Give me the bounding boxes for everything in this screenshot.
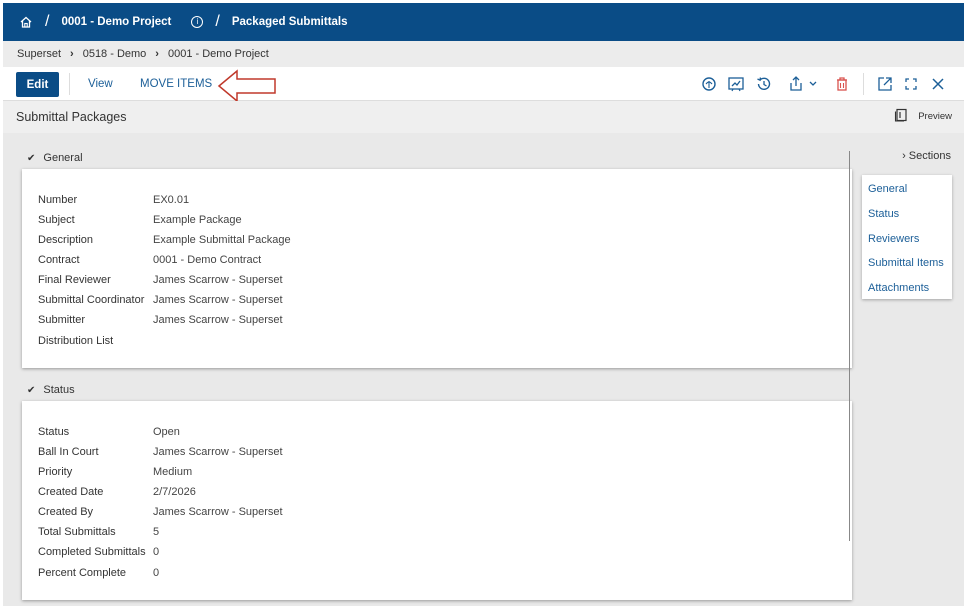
field-label: Percent Complete — [38, 567, 127, 579]
field-value: Example Package — [153, 214, 242, 226]
field-value: 0 — [153, 567, 160, 579]
field-label: Distribution List — [38, 335, 114, 347]
home-icon[interactable] — [19, 15, 33, 29]
toolbar: Edit View MOVE ITEMS — [3, 67, 964, 103]
view-button[interactable]: View — [88, 78, 113, 90]
field-row: Subject Example Package — [38, 214, 242, 226]
field-label: Final Reviewer — [38, 274, 111, 286]
field-value: EX0.01 — [153, 194, 190, 206]
field-label: Created By — [38, 506, 94, 518]
field-label: Description — [38, 234, 94, 246]
sections-toggle[interactable]: › Sections — [902, 150, 951, 162]
field-label: Ball In Court — [38, 446, 99, 458]
field-label: Subject — [38, 214, 75, 226]
section-link-attachments[interactable]: Attachments — [868, 282, 929, 294]
info-icon[interactable]: i — [191, 16, 204, 28]
preview-label: Preview — [918, 111, 952, 122]
nav-separator: / — [45, 13, 50, 30]
general-section-header[interactable]: ✔ General — [27, 152, 83, 164]
chart-icon[interactable] — [727, 75, 745, 93]
nav-project[interactable]: 0001 - Demo Project — [61, 16, 171, 28]
field-row: Percent Complete 0 — [38, 567, 159, 579]
field-label: Priority — [38, 466, 73, 478]
chevron-right-icon: › — [70, 48, 74, 60]
section-title: General — [43, 152, 83, 164]
field-row: Final Reviewer James Scarrow - Superset — [38, 274, 283, 286]
nav-page[interactable]: Packaged Submittals — [232, 16, 348, 28]
main-content: ✔ General Number EX0.01 Subject Example Pa… — [3, 133, 964, 606]
section-link-submittal-items[interactable]: Submittal Items — [868, 257, 944, 269]
breadcrumb-item[interactable]: 0518 - Demo — [83, 48, 147, 60]
section-link-status[interactable]: Status — [868, 208, 899, 220]
page-title-bar: Submittal Packages Preview — [3, 101, 964, 133]
section-title: Status — [43, 384, 75, 396]
status-card: Status Open Ball In Court James Scarrow - … — [22, 401, 852, 600]
field-label: Submittal Coordinator — [38, 294, 145, 306]
edit-button[interactable]: Edit — [16, 72, 59, 97]
field-row: Priority Medium — [38, 466, 192, 478]
field-value: Open — [153, 426, 180, 438]
preview-icon — [894, 108, 908, 125]
field-row: Contract 0001 - Demo Contract — [38, 254, 261, 266]
field-value: James Scarrow - Superset — [153, 446, 283, 458]
field-row: Completed Submittals 0 — [38, 546, 159, 558]
breadcrumb-item[interactable]: Superset — [17, 48, 61, 60]
scroll-track[interactable] — [849, 151, 850, 541]
sections-panel: General Status Reviewers Submittal Items… — [862, 175, 952, 299]
field-row: Status Open — [38, 426, 180, 438]
history-icon[interactable] — [755, 75, 773, 93]
field-row: Distribution List — [38, 335, 153, 347]
field-label: Status — [38, 426, 70, 438]
chevron-right-icon: › — [155, 48, 159, 60]
field-value: James Scarrow - Superset — [153, 294, 283, 306]
breadcrumb-item[interactable]: 0001 - Demo Project — [168, 48, 269, 60]
field-label: Submitter — [38, 314, 86, 326]
sections-title: Sections — [908, 150, 951, 162]
general-card: Number EX0.01 Subject Example Package Desc… — [22, 169, 852, 368]
field-value: James Scarrow - Superset — [153, 274, 283, 286]
fullscreen-icon[interactable] — [902, 75, 920, 93]
brain-icon[interactable] — [700, 75, 718, 93]
field-row: Submittal Coordinator James Scarrow - Sup… — [38, 294, 283, 306]
chevron-down-icon: ✔ — [27, 384, 36, 396]
field-label: Created Date — [38, 486, 104, 498]
page-title: Submittal Packages — [16, 110, 127, 124]
field-row: Submitter James Scarrow - Superset — [38, 314, 283, 326]
field-row: Ball In Court James Scarrow - Superset — [38, 446, 283, 458]
field-value: 5 — [153, 526, 160, 538]
field-value: James Scarrow - Superset — [153, 314, 283, 326]
chevron-down-icon: ✔ — [27, 152, 36, 164]
field-row: Total Submittals 5 — [38, 526, 159, 538]
field-value: 2/7/2026 — [153, 486, 196, 498]
chevron-right-icon: › — [902, 150, 906, 162]
field-value: Example Submittal Package — [153, 234, 291, 246]
toolbar-divider — [863, 73, 864, 95]
external-link-icon[interactable] — [876, 75, 894, 93]
field-row: Created By James Scarrow - Superset — [38, 506, 283, 518]
field-value: 0001 - Demo Contract — [153, 254, 262, 266]
toolbar-divider — [69, 73, 70, 95]
field-value: 0 — [153, 546, 160, 558]
top-nav-bar: / 0001 - Demo Project i / Packaged Submi… — [3, 3, 964, 41]
field-value: Medium — [153, 466, 193, 478]
field-label: Total Submittals — [38, 526, 116, 538]
field-row: Created Date 2/7/2026 — [38, 486, 196, 498]
field-label: Contract — [38, 254, 80, 266]
section-link-general[interactable]: General — [868, 183, 907, 195]
field-value: James Scarrow - Superset — [153, 506, 283, 518]
section-link-reviewers[interactable]: Reviewers — [868, 233, 919, 245]
preview-toggle[interactable]: Preview — [894, 108, 952, 125]
nav-separator: / — [215, 13, 220, 30]
delete-icon[interactable] — [833, 75, 851, 93]
app-frame: / 0001 - Demo Project i / Packaged Submi… — [3, 3, 964, 606]
move-items-button[interactable]: MOVE ITEMS — [140, 78, 212, 90]
breadcrumb: Superset › 0518 - Demo › 0001 - Demo Pro… — [3, 41, 964, 67]
field-label: Completed Submittals — [38, 546, 146, 558]
field-row: Number EX0.01 — [38, 194, 189, 206]
field-row: Description Example Submittal Package — [38, 234, 291, 246]
field-label: Number — [38, 194, 78, 206]
status-section-header[interactable]: ✔ Status — [27, 384, 75, 396]
share-icon[interactable] — [787, 75, 821, 93]
close-icon[interactable] — [929, 75, 947, 93]
